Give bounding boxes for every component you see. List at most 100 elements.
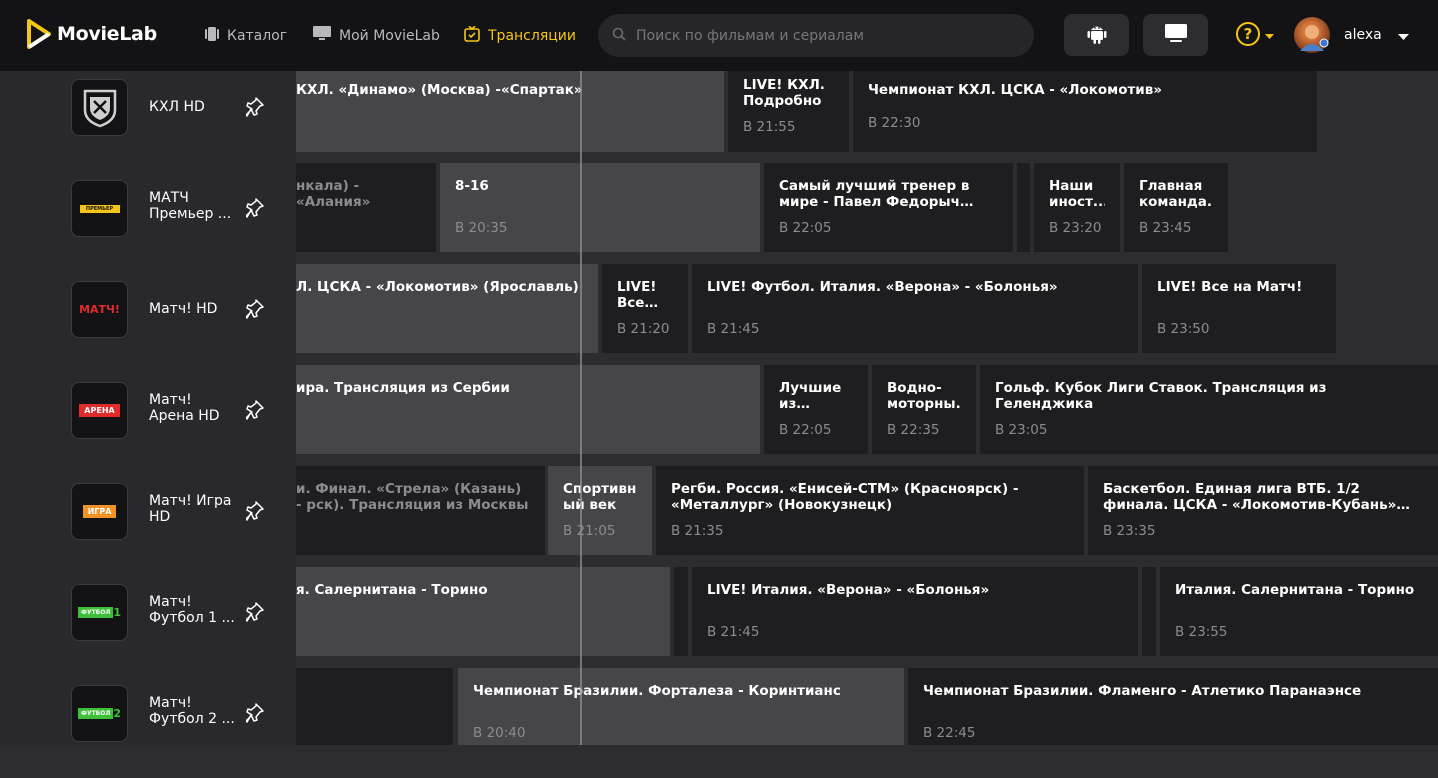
channel-row[interactable]: ПРЕМЬЕР МАТЧ Премьер ... xyxy=(0,172,296,273)
program-time: В 23:45 xyxy=(1139,220,1192,236)
program-title: Регби. Россия. «Енисей-СТМ» (Красноярск)… xyxy=(671,481,1019,513)
program-time: В 22:05 xyxy=(779,220,832,236)
futbol2-badge: ФУТБОЛ xyxy=(78,708,114,719)
channel-name: Матч! HD xyxy=(149,301,218,317)
program-cell[interactable]: Водно-моторны... В 22:35 xyxy=(872,365,976,454)
program-cell[interactable]: Регби. Россия. «Енисей-СТМ» (Красноярск)… xyxy=(656,466,1084,555)
program-title: 8-16 xyxy=(455,178,489,194)
channel-row[interactable]: МАТЧ! Матч! HD xyxy=(0,273,296,374)
program-time: В 21:45 xyxy=(707,321,760,337)
app-logo[interactable]: MovieLab xyxy=(27,19,157,49)
program-title: Наши иност... xyxy=(1049,178,1105,210)
nav-broadcasts-label: Трансляции xyxy=(488,28,576,44)
premier-badge: ПРЕМЬЕР xyxy=(79,204,120,213)
program-cell[interactable]: нкала) - «Алания» xyxy=(296,163,436,252)
channel-row[interactable]: АРЕНА Матч! Арена HD xyxy=(0,374,296,475)
program-cell[interactable]: Баскетбол. Единая лига ВТБ. 1/2 финала. … xyxy=(1088,466,1438,555)
program-cell[interactable]: и. Финал. «Стрела» (Казань) - рск). Тран… xyxy=(296,466,545,555)
channel-row[interactable]: ИГРА Матч! Игра HD xyxy=(0,475,296,576)
program-cell[interactable]: я. Салернитана - Торино xyxy=(296,567,670,656)
program-time: В 21:55 xyxy=(743,119,796,135)
play-logo-icon xyxy=(27,19,51,49)
search-icon xyxy=(612,26,626,45)
pin-icon[interactable] xyxy=(245,97,264,121)
program-cell[interactable]: LIVE! Все на... В 21:20 xyxy=(602,264,688,353)
program-cell[interactable] xyxy=(674,567,688,656)
arena-logo-icon: АРЕНА xyxy=(71,382,128,439)
program-cell[interactable] xyxy=(1017,163,1030,252)
android-icon xyxy=(1087,22,1107,48)
program-time: В 23:35 xyxy=(1103,523,1156,539)
program-time: В 23:20 xyxy=(1049,220,1102,236)
program-cell[interactable]: Чемпионат Бразилии. Фламенго - Атлетико … xyxy=(908,668,1438,745)
broadcast-icon xyxy=(464,25,480,46)
program-cell[interactable]: LIVE! КХЛ. Подробно В 21:55 xyxy=(728,71,849,152)
program-cell[interactable] xyxy=(1142,567,1156,656)
program-cell[interactable]: Италия. Салернитана - Торино В 23:55 xyxy=(1160,567,1438,656)
nav-my-movielab-label: Мой MovieLab xyxy=(339,27,440,44)
channel-name: Матч! Футбол 2 ... xyxy=(149,695,235,727)
current-time-indicator xyxy=(580,71,582,745)
user-menu[interactable]: alexa xyxy=(1294,17,1409,53)
program-cell[interactable]: Лучшие из лучших В 22:05 xyxy=(764,365,868,454)
program-time: В 21:35 xyxy=(671,523,724,539)
program-cell[interactable]: Спортивн ый век В 21:05 xyxy=(548,466,652,555)
nav-catalog-label: Каталог xyxy=(227,28,288,44)
program-time: В 23:05 xyxy=(995,422,1048,438)
app-name: MovieLab xyxy=(57,23,157,45)
program-title: ира. Трансляция из Сербии xyxy=(296,380,510,396)
search-input[interactable] xyxy=(636,27,1016,44)
program-time: В 21:20 xyxy=(617,321,670,337)
program-title: Италия. Салернитана - Торино xyxy=(1175,582,1415,598)
program-cell[interactable]: Наши иност... В 23:20 xyxy=(1034,163,1120,252)
program-title: Чемпионат Бразилии. Фламенго - Атлетико … xyxy=(923,683,1362,699)
channel-name: Матч! Арена HD xyxy=(149,392,220,424)
pin-icon[interactable] xyxy=(245,602,264,626)
channel-name: Матч! Игра HD xyxy=(149,493,232,525)
nav-broadcasts[interactable]: Трансляции xyxy=(464,25,576,46)
program-cell[interactable]: Чемпионат КХЛ. ЦСКА - «Локомотив» В 22:3… xyxy=(853,71,1317,152)
pin-icon[interactable] xyxy=(245,703,264,727)
help-menu[interactable]: ? xyxy=(1236,22,1274,46)
pin-icon[interactable] xyxy=(245,501,264,525)
program-title: LIVE! КХЛ. Подробно xyxy=(743,77,825,109)
program-cell[interactable]: Самый лучший тренер в мире - Павел Федор… xyxy=(764,163,1013,252)
pin-icon[interactable] xyxy=(245,198,264,222)
program-time: В 21:05 xyxy=(563,523,616,539)
program-cell[interactable]: Гольф. Кубок Лиги Ставок. Трансляция из … xyxy=(980,365,1438,454)
tv-icon xyxy=(313,26,331,45)
igra-badge: ИГРА xyxy=(82,505,117,518)
program-cell[interactable]: ира. Трансляция из Сербии xyxy=(296,365,760,454)
android-app-button[interactable] xyxy=(1064,14,1129,56)
program-cell[interactable]: КХЛ. «Динамо» (Москва) -«Спартак» xyxy=(296,71,724,152)
program-cell[interactable]: LIVE! Футбол. Италия. «Верона» - «Болонь… xyxy=(692,264,1138,353)
futbol1-logo-icon: ФУТБОЛ 1 xyxy=(71,584,128,641)
nav-my-movielab[interactable]: Мой MovieLab xyxy=(313,26,440,45)
program-title: LIVE! Футбол. Италия. «Верона» - «Болонь… xyxy=(707,279,1058,295)
program-title: Спортивн ый век xyxy=(563,481,637,513)
smart-tv-button[interactable] xyxy=(1143,14,1208,56)
pin-icon[interactable] xyxy=(245,299,264,323)
channel-row[interactable]: ФУТБОЛ 1 Матч! Футбол 1 ... xyxy=(0,576,296,677)
program-cell[interactable]: Л. ЦСКА - «Локомотив» (Ярославль) xyxy=(296,264,598,353)
program-title: LIVE! Все на... xyxy=(617,279,657,311)
program-cell[interactable] xyxy=(296,668,453,745)
program-cell[interactable]: LIVE! Все на Матч! В 23:50 xyxy=(1142,264,1336,353)
pin-icon[interactable] xyxy=(245,400,264,424)
channel-row[interactable]: КХЛ HD xyxy=(0,71,296,172)
program-cell[interactable]: 8-16 В 20:35 xyxy=(440,163,760,252)
nav-catalog[interactable]: Каталог xyxy=(205,26,287,46)
program-cell[interactable]: Чемпионат Бразилии. Форталеза - Коринтиа… xyxy=(458,668,904,745)
program-title: LIVE! Все на Матч! xyxy=(1157,279,1303,295)
futbol2-number: 2 xyxy=(113,707,121,720)
program-title: Чемпионат Бразилии. Форталеза - Коринтиа… xyxy=(473,683,841,699)
program-time: В 21:45 xyxy=(707,624,760,640)
program-title: и. Финал. «Стрела» (Казань) - рск). Тран… xyxy=(296,481,529,513)
program-cell[interactable]: Главная команда.... В 23:45 xyxy=(1124,163,1228,252)
search-box[interactable] xyxy=(598,14,1034,57)
channel-row[interactable]: ФУТБОЛ 2 Матч! Футбол 2 ... xyxy=(0,677,296,778)
channel-name: МАТЧ Премьер ... xyxy=(149,190,232,222)
program-title: Л. ЦСКА - «Локомотив» (Ярославль) xyxy=(296,279,579,295)
program-time: В 22:30 xyxy=(868,115,921,131)
program-cell[interactable]: LIVE! Италия. «Верона» - «Болонья» В 21:… xyxy=(692,567,1138,656)
